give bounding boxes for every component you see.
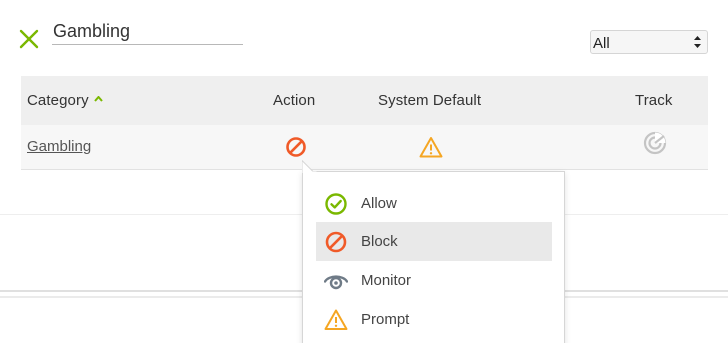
table-header: Category Action System Default Track: [21, 76, 708, 125]
eye-icon: [324, 275, 348, 290]
search-input[interactable]: [52, 20, 243, 44]
search-field-wrapper: [52, 20, 243, 45]
sort-ascending-icon: [93, 96, 103, 102]
menu-item-label: Monitor: [361, 272, 412, 289]
block-icon[interactable]: [285, 136, 307, 158]
search-bar-area: All: [0, 0, 728, 75]
menu-item-prompt[interactable]: Prompt: [316, 300, 552, 339]
column-header-category-label: Category: [27, 92, 89, 109]
warning-icon: [324, 309, 348, 330]
menu-item-label: Prompt: [361, 311, 410, 328]
category-link[interactable]: Gambling: [27, 138, 91, 155]
menu-item-monitor[interactable]: Monitor: [316, 261, 552, 300]
menu-item-allow[interactable]: Allow: [316, 184, 552, 223]
allow-icon: [325, 193, 347, 215]
track-icon[interactable]: [643, 131, 667, 155]
column-header-category[interactable]: Category: [27, 92, 103, 109]
action-dropdown-menu: Allow Block Monitor Prompt: [302, 171, 565, 343]
select-arrows-icon: [694, 36, 701, 48]
close-icon[interactable]: [18, 28, 40, 50]
table-row: Gambling: [21, 125, 708, 170]
filter-select[interactable]: All: [590, 30, 708, 54]
menu-item-block[interactable]: Block: [316, 222, 552, 261]
filter-select-value: All: [593, 35, 610, 52]
column-header-system-default: System Default: [378, 92, 482, 109]
column-header-track: Track: [635, 92, 673, 109]
warning-icon: [419, 137, 443, 158]
block-icon: [325, 231, 347, 253]
menu-item-label: Allow: [361, 195, 397, 212]
column-header-action: Action: [273, 92, 316, 109]
menu-pointer: [302, 160, 317, 173]
menu-item-label: Block: [361, 233, 398, 250]
